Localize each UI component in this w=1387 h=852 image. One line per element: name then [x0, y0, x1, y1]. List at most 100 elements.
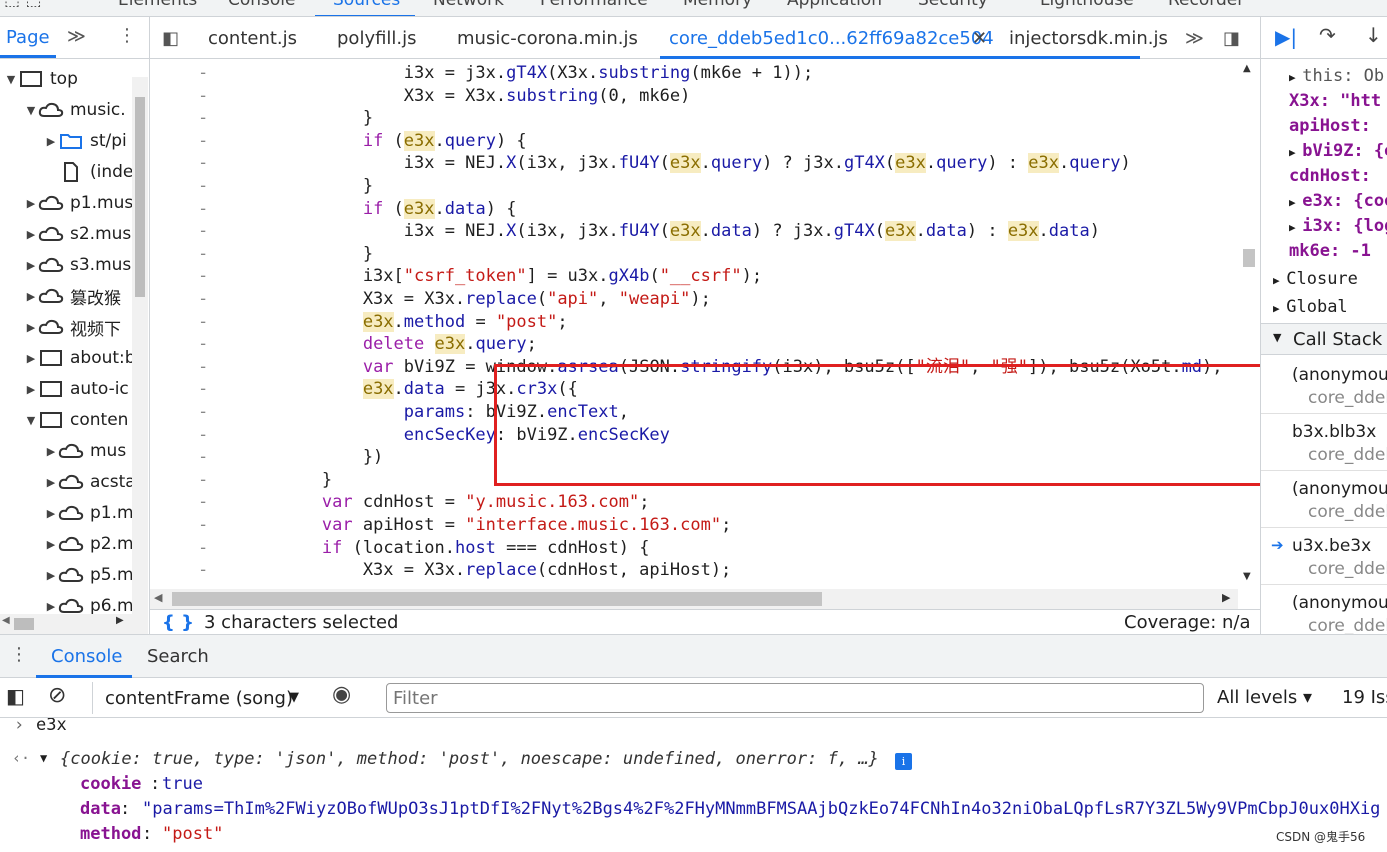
close-tab-icon[interactable]: ✕: [972, 28, 987, 49]
call-frame[interactable]: (anonymous core_ddeb: [1261, 471, 1387, 528]
info-icon[interactable]: i: [895, 753, 912, 770]
chevron-right-icon[interactable]: ▶: [44, 135, 58, 148]
clear-console-icon[interactable]: ⊘: [48, 683, 66, 708]
scope-closure[interactable]: ▶ Closure: [1273, 269, 1358, 289]
tree-item[interactable]: ▶ s3.mus: [24, 251, 132, 279]
tab-sources[interactable]: Sources: [333, 0, 400, 10]
code-hscrollbar[interactable]: ◀ ▶: [150, 589, 1238, 609]
scope-variable[interactable]: X3x: "htt: [1289, 91, 1381, 111]
toggle-debugger-icon[interactable]: ◨: [1223, 28, 1240, 49]
chevron-right-icon[interactable]: ▶: [24, 321, 38, 334]
code-line[interactable]: - i3x["csrf_token"] = u3x.gX4b("__csrf")…: [150, 265, 1238, 288]
code-line[interactable]: - }: [150, 243, 1238, 266]
console-filter-input[interactable]: [386, 683, 1204, 713]
line-marker[interactable]: -: [198, 537, 218, 560]
line-marker[interactable]: -: [198, 356, 218, 379]
context-selector[interactable]: contentFrame (song) ▼: [92, 682, 306, 714]
drawer-tab-console[interactable]: Console: [51, 646, 122, 667]
scrollbar-thumb[interactable]: [135, 97, 145, 297]
toggle-navigator-icon[interactable]: ◧: [162, 28, 179, 49]
code-line[interactable]: - }: [150, 107, 1238, 130]
chevron-right-icon[interactable]: ▶: [24, 290, 38, 303]
code-line[interactable]: - if (e3x.query) {: [150, 130, 1238, 153]
line-marker[interactable]: -: [198, 243, 218, 266]
step-into-icon[interactable]: ↓: [1365, 23, 1382, 47]
scope-variable[interactable]: apiHost:: [1289, 116, 1371, 136]
chevron-right-icon[interactable]: ▶: [44, 538, 58, 551]
code-line[interactable]: - i3x = NEJ.X(i3x, j3x.fU4Y(e3x.query) ?…: [150, 152, 1238, 175]
scope-global[interactable]: ▶ Global: [1273, 297, 1348, 317]
line-marker[interactable]: -: [198, 311, 218, 334]
code-vscrollbar[interactable]: ▲ ▼: [1238, 59, 1260, 589]
tree-item[interactable]: ▶ st/pi: [44, 127, 127, 155]
tree-item[interactable]: ▼ top: [4, 65, 78, 93]
chevron-right-icon[interactable]: ▶: [44, 476, 58, 489]
chevron-down-icon[interactable]: ▼: [24, 104, 38, 117]
line-marker[interactable]: -: [198, 446, 218, 469]
resume-icon[interactable]: ▶|: [1275, 25, 1297, 49]
vscrollbar-thumb[interactable]: [1243, 249, 1255, 267]
log-levels-dropdown[interactable]: All levels ▾: [1217, 687, 1312, 708]
line-marker[interactable]: -: [198, 220, 218, 243]
scroll-left-icon[interactable]: ◀: [2, 615, 10, 626]
scope-variable[interactable]: cdnHost:: [1289, 166, 1371, 186]
tree-item[interactable]: ▶ acsta: [44, 468, 136, 496]
chevron-right-icon[interactable]: ▶: [44, 569, 58, 582]
call-frame[interactable]: (anonymous core_ddeb: [1261, 585, 1387, 634]
more-tabs-icon[interactable]: ≫: [1185, 28, 1204, 49]
code-line[interactable]: - var apiHost = "interface.music.163.com…: [150, 514, 1238, 537]
call-frame[interactable]: (anonymous core_ddeb: [1261, 357, 1387, 414]
scope-variable[interactable]: ▶ i3x: {log: [1289, 216, 1387, 236]
line-marker[interactable]: -: [198, 62, 218, 85]
chevron-down-icon[interactable]: ▼: [4, 73, 18, 86]
line-marker[interactable]: -: [198, 175, 218, 198]
tree-item[interactable]: ▶ 篡改猴: [24, 282, 121, 310]
code-line[interactable]: - if (location.host === cdnHost) {: [150, 537, 1238, 560]
line-marker[interactable]: -: [198, 198, 218, 221]
scope-variable[interactable]: mk6e: -1: [1289, 241, 1371, 261]
line-marker[interactable]: -: [198, 559, 218, 582]
file-tab[interactable]: polyfill.js: [337, 28, 417, 49]
scope-variable[interactable]: ▶ e3x: {coo: [1289, 191, 1387, 211]
chevron-down-icon[interactable]: ▼: [24, 414, 38, 427]
drawer-menu-icon[interactable]: ⋮: [10, 644, 28, 665]
code-line[interactable]: - X3x = X3x.substring(0, mk6e): [150, 85, 1238, 108]
tree-item[interactable]: ▶ s2.mus: [24, 220, 132, 248]
hscrollbar-thumb[interactable]: [172, 592, 822, 606]
object-summary[interactable]: {cookie: true, type: 'json', method: 'po…: [60, 749, 879, 769]
line-marker[interactable]: -: [198, 378, 218, 401]
line-marker[interactable]: -: [198, 85, 218, 108]
line-marker[interactable]: -: [198, 333, 218, 356]
tree-item[interactable]: ▶ auto-ic: [24, 375, 129, 403]
navigator-hscrollbar[interactable]: ◀ ▶: [0, 614, 132, 634]
code-line[interactable]: - delete e3x.query;: [150, 333, 1238, 356]
tree-item[interactable]: ▶ p2.m: [44, 530, 134, 558]
tree-item[interactable]: ▶ p5.m: [44, 561, 134, 589]
navigator-scrollbar[interactable]: [132, 77, 148, 634]
chevron-right-icon[interactable]: ▶: [44, 445, 58, 458]
expand-arrow-icon[interactable]: ▼: [40, 751, 47, 765]
sidebar-toggle-icon[interactable]: ◧: [6, 684, 25, 708]
tab-security[interactable]: Security: [918, 0, 988, 10]
chevron-right-icon[interactable]: ▶: [24, 228, 38, 241]
tab-application[interactable]: Application: [787, 0, 882, 10]
call-frame[interactable]: b3x.blb3x core_ddeb: [1261, 414, 1387, 471]
line-marker[interactable]: -: [198, 130, 218, 153]
line-marker[interactable]: -: [198, 265, 218, 288]
chevron-right-icon[interactable]: ▶: [24, 197, 38, 210]
tab-lighthouse[interactable]: Lighthouse: [1040, 0, 1134, 10]
tree-item[interactable]: ▶ p1.mus: [24, 189, 133, 217]
code-line[interactable]: - }: [150, 175, 1238, 198]
code-line[interactable]: - if (e3x.data) {: [150, 198, 1238, 221]
inspect-icon[interactable]: ⬚ ⬚: [4, 0, 42, 10]
scroll-up-icon[interactable]: ▲: [1243, 63, 1251, 74]
line-marker[interactable]: -: [198, 401, 218, 424]
scope-variable[interactable]: ▶ bVi9Z: {e: [1289, 141, 1387, 161]
line-marker[interactable]: -: [198, 107, 218, 130]
scroll-down-icon[interactable]: ▼: [1243, 571, 1251, 582]
file-tab[interactable]: music-corona.min.js: [457, 28, 638, 49]
tab-memory[interactable]: Memory: [683, 0, 752, 10]
tab-recorder[interactable]: Recorder: [1168, 0, 1244, 10]
file-tab[interactable]: content.js: [208, 28, 297, 49]
chevron-right-icon[interactable]: ▶: [24, 259, 38, 272]
